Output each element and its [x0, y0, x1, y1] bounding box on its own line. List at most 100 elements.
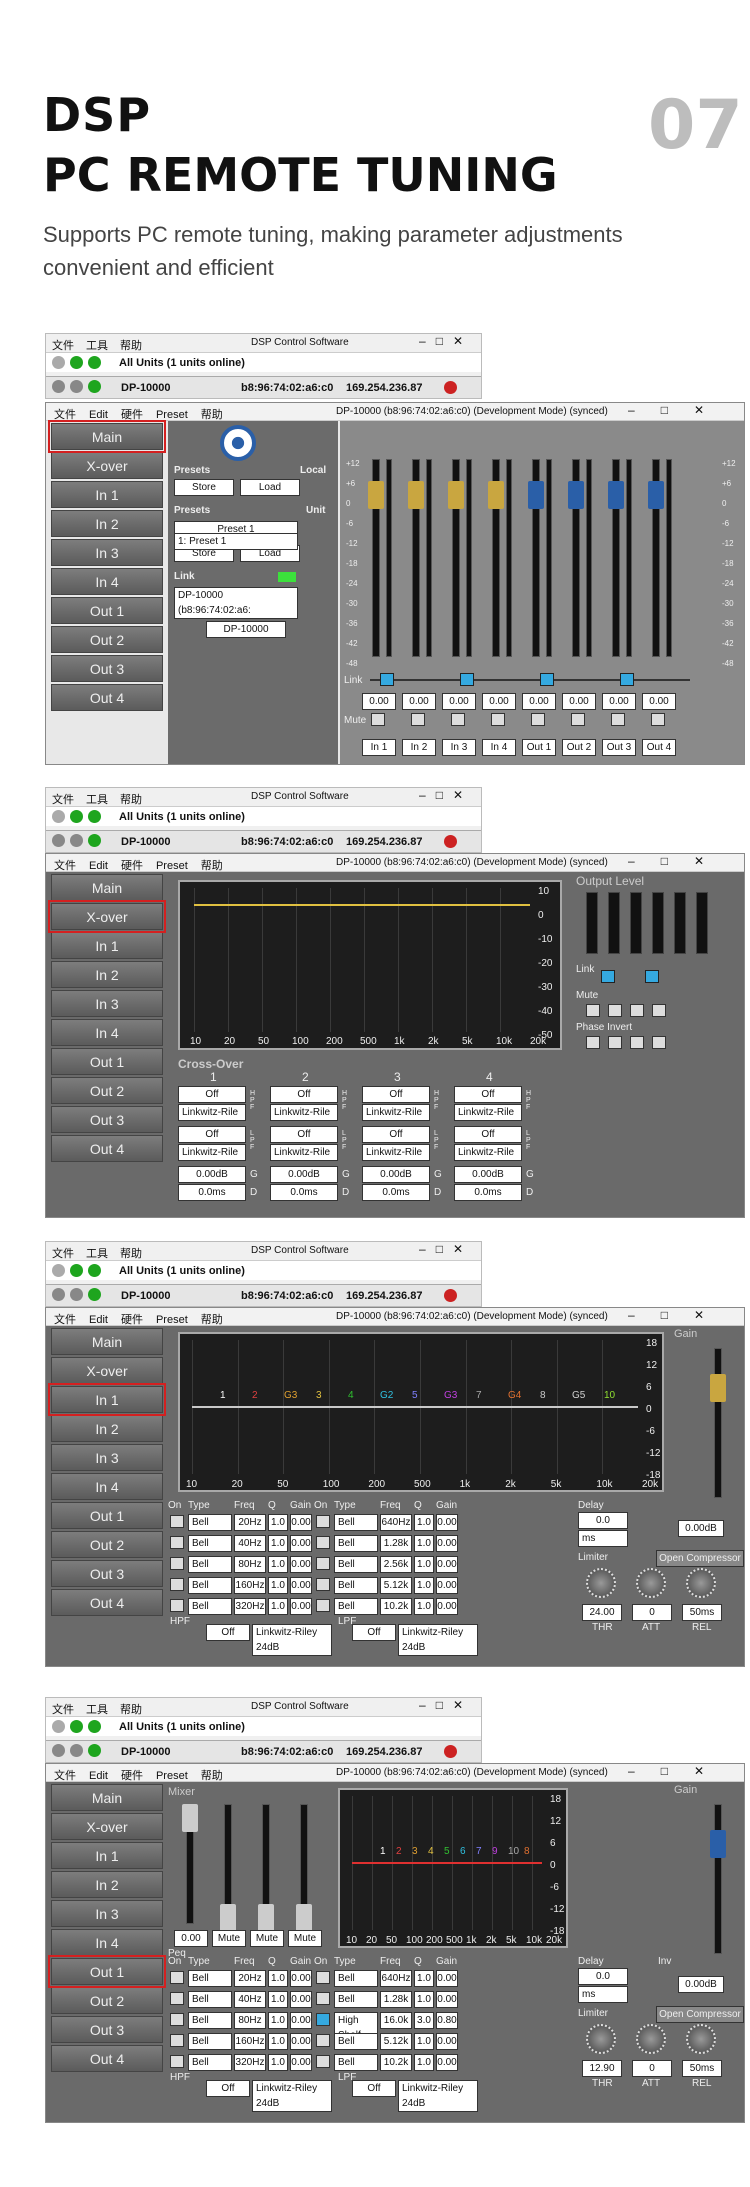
band-gain[interactable]: 0.00 [290, 1556, 312, 1573]
band-type-select[interactable]: Bell [334, 2054, 378, 2071]
eq-band-marker[interactable]: 2 [396, 1846, 402, 1857]
lpf-freq[interactable]: Off [178, 1126, 246, 1143]
hpf-type[interactable]: Linkwitz-Riley 24dB [252, 1624, 332, 1656]
status-icon[interactable] [70, 810, 83, 823]
band-enable-checkbox[interactable] [170, 1515, 184, 1528]
delay-field[interactable]: 0.0ms [362, 1184, 430, 1201]
app-menu-item[interactable]: Edit [89, 860, 108, 872]
device-icon[interactable] [52, 1288, 65, 1301]
band-q[interactable]: 1.0 [268, 1556, 288, 1573]
launcher-menu-item[interactable]: 文件 [52, 340, 74, 352]
band-q[interactable]: 1.0 [414, 1991, 434, 2008]
sidebar-item-out3[interactable]: Out 3 [51, 2016, 163, 2043]
open-compressor-button[interactable]: Open Compressor [656, 2006, 744, 2023]
band-gain[interactable]: 0.00 [436, 2054, 458, 2071]
mute-button[interactable] [411, 713, 425, 726]
hpf-type[interactable]: Linkwitz-Rile [178, 1104, 246, 1121]
link-toggle[interactable] [380, 673, 394, 686]
band-gain[interactable]: 0.00 [436, 1535, 458, 1552]
launcher-menu-item[interactable]: 帮助 [120, 1248, 142, 1260]
device-icon[interactable] [52, 834, 65, 847]
hpf-type[interactable]: Linkwitz-Riley 24dB [252, 2080, 332, 2112]
status-icon[interactable] [88, 1264, 101, 1277]
eq-graph[interactable]: 18 12 6 0 -6 -12 -18 10 20 50 100 200 500 1k 2k 5k 10k 20… [178, 1332, 664, 1492]
hpf-freq[interactable]: Off [206, 2080, 250, 2097]
delay-value[interactable]: 0.0 [578, 1512, 628, 1529]
band-q[interactable]: 1.0 [414, 1970, 434, 1987]
band-type-select[interactable]: Bell [334, 1535, 378, 1552]
band-gain[interactable]: 0.00 [436, 1970, 458, 1987]
hpf-type[interactable]: Linkwitz-Rile [454, 1104, 522, 1121]
app-menu-item[interactable]: 硬件 [121, 860, 143, 872]
hpf-freq[interactable]: Off [206, 1624, 250, 1641]
status-icon[interactable] [88, 356, 101, 369]
band-q[interactable]: 1.0 [268, 1514, 288, 1531]
launcher-menu-item[interactable]: 帮助 [120, 340, 142, 352]
mixer-fader-handle[interactable] [220, 1904, 236, 1932]
gain-value[interactable]: 0.00dB [678, 1520, 724, 1537]
band-freq[interactable]: 640Hz [380, 1514, 412, 1531]
band-freq[interactable]: 80Hz [234, 1556, 266, 1573]
disconnect-icon[interactable] [444, 835, 457, 848]
eq-band-marker[interactable]: 2 [252, 1390, 258, 1401]
band-gain[interactable]: 0.00 [290, 1535, 312, 1552]
band-type-select[interactable]: Bell [334, 1970, 378, 1987]
channel-value[interactable]: 0.00 [442, 693, 476, 710]
eq-band-marker[interactable]: G5 [572, 1390, 585, 1401]
band-gain[interactable]: 0.00 [290, 2054, 312, 2071]
app-menu-item[interactable]: Edit [89, 1314, 108, 1326]
band-q[interactable]: 1.0 [268, 2012, 288, 2029]
hpf-type[interactable]: Linkwitz-Rile [362, 1104, 430, 1121]
gain-field[interactable]: 0.00dB [270, 1166, 338, 1183]
limiter-knob[interactable] [686, 2024, 716, 2054]
band-type-select[interactable]: Bell [334, 1577, 378, 1594]
sidebar-item-out4[interactable]: Out 4 [51, 1589, 163, 1616]
band-gain[interactable]: 0.00 [290, 2012, 312, 2029]
gain-fader-handle[interactable] [710, 1830, 726, 1858]
launcher-menu-item[interactable]: 帮助 [120, 1704, 142, 1716]
sidebar-item-x-over[interactable]: X-over [51, 1813, 163, 1840]
sidebar-item-out2[interactable]: Out 2 [51, 626, 163, 653]
limiter-knob[interactable] [636, 1568, 666, 1598]
device-icon[interactable] [88, 834, 101, 847]
app-menu-item[interactable]: 文件 [54, 1314, 76, 1326]
mixer-value[interactable]: Mute [212, 1930, 246, 1947]
band-type-select[interactable]: Bell [334, 1991, 378, 2008]
link-toggle[interactable] [645, 970, 659, 983]
mixer-value[interactable]: Mute [250, 1930, 284, 1947]
band-enable-checkbox[interactable] [316, 1599, 330, 1612]
limiter-knob[interactable] [586, 2024, 616, 2054]
launcher-menu-item[interactable]: 帮助 [120, 794, 142, 806]
window-controls[interactable]: –□✕ [419, 1698, 473, 1712]
app-menu-item[interactable]: Preset [156, 1770, 188, 1782]
band-enable-checkbox[interactable] [316, 1578, 330, 1591]
status-icon[interactable] [52, 356, 65, 369]
launcher-menu-item[interactable]: 工具 [86, 1248, 108, 1260]
band-gain[interactable]: 0.00 [290, 1514, 312, 1531]
mute-button[interactable] [652, 1004, 666, 1017]
open-compressor-button[interactable]: Open Compressor [656, 1550, 744, 1567]
sidebar-item-main[interactable]: Main [51, 874, 163, 901]
gain-fader[interactable] [714, 1348, 722, 1498]
app-window-controls[interactable]: –□✕ [628, 403, 730, 417]
launcher-menu-item[interactable]: 文件 [52, 794, 74, 806]
phase-button[interactable] [652, 1036, 666, 1049]
band-q[interactable]: 1.0 [414, 2054, 434, 2071]
units-row[interactable]: All Units (1 units online) [46, 1716, 481, 1736]
units-row[interactable]: All Units (1 units online) [46, 806, 481, 826]
device-row[interactable]: DP-10000 b8:96:74:02:a6:c0 169.254.236.87 [46, 1740, 481, 1762]
band-gain[interactable]: 0.00 [290, 2033, 312, 2050]
eq-band-marker[interactable]: G3 [284, 1390, 297, 1401]
band-freq[interactable]: 2.56k [380, 1556, 412, 1573]
mute-button[interactable] [651, 713, 665, 726]
sidebar-item-out3[interactable]: Out 3 [51, 1560, 163, 1587]
band-gain[interactable]: 0.00 [436, 1577, 458, 1594]
sidebar-item-x-over[interactable]: X-over [48, 900, 166, 933]
band-gain[interactable]: 0.80 [436, 2012, 458, 2029]
disconnect-icon[interactable] [444, 1745, 457, 1758]
band-enable-checkbox[interactable] [170, 1992, 184, 2005]
band-freq[interactable]: 320Hz [234, 1598, 266, 1615]
band-type-select[interactable]: Bell [188, 1598, 232, 1615]
app-menu-item[interactable]: 硬件 [121, 1314, 143, 1326]
app-menu-item[interactable]: Preset [156, 409, 188, 421]
